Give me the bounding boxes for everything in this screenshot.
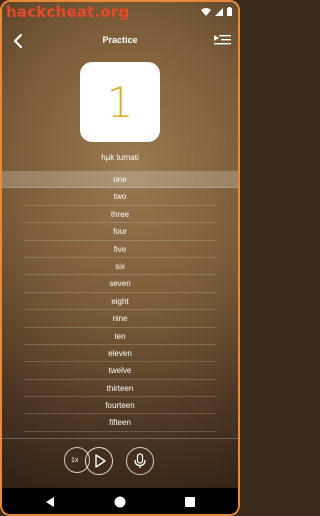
triangle-back-icon (42, 497, 58, 514)
speed-label: 1x (71, 457, 79, 464)
page-title: Practice (102, 35, 138, 45)
nav-home-button[interactable] (112, 494, 128, 510)
playlist-icon (212, 35, 232, 52)
mic-icon (127, 453, 153, 478)
word-list-item[interactable]: three (0, 206, 240, 224)
word-list-item[interactable]: five (0, 241, 240, 259)
word-list-item[interactable]: nine (0, 310, 240, 328)
nav-recents-button[interactable] (182, 494, 198, 510)
battery-icon (227, 7, 232, 16)
app-screen: hackcheat.org Practice 1 hµk turnati one… (0, 0, 240, 516)
word-list-item[interactable]: fourteen (0, 397, 240, 415)
watermark: hackcheat.org (6, 3, 130, 21)
word-list-item[interactable]: eight (0, 293, 240, 311)
pronunciation-text: hµk turnati (101, 153, 139, 162)
controls-divider (0, 438, 240, 439)
wifi-icon (201, 7, 211, 16)
play-button[interactable] (85, 447, 113, 475)
number-display: 1 (106, 77, 134, 127)
word-list-item[interactable]: fifteen (0, 414, 240, 433)
square-recents-icon (182, 497, 198, 514)
system-nav-bar (0, 488, 240, 516)
word-list-item[interactable]: twelve (0, 362, 240, 381)
app-bar: Practice (0, 28, 240, 54)
word-list-item[interactable]: thirteen (0, 380, 240, 398)
word-list: one two three four five six seven eight nine ten e… (0, 171, 240, 433)
play-icon (86, 454, 112, 478)
word-list-item[interactable]: one (0, 171, 240, 189)
word-list-item[interactable]: four (0, 223, 240, 241)
mic-button[interactable] (126, 447, 154, 475)
word-list-item[interactable]: ten (0, 328, 240, 346)
nav-back-button[interactable] (42, 494, 58, 510)
signal-icon (215, 7, 223, 16)
number-card: 1 (80, 62, 160, 142)
word-list-item[interactable]: six (0, 258, 240, 276)
circle-home-icon (112, 496, 128, 514)
status-bar: hackcheat.org (0, 0, 240, 26)
playlist-button[interactable] (212, 32, 232, 48)
word-list-item[interactable]: seven (0, 275, 240, 294)
word-list-item[interactable]: eleven (0, 345, 240, 363)
word-list-item[interactable]: two (0, 188, 240, 207)
